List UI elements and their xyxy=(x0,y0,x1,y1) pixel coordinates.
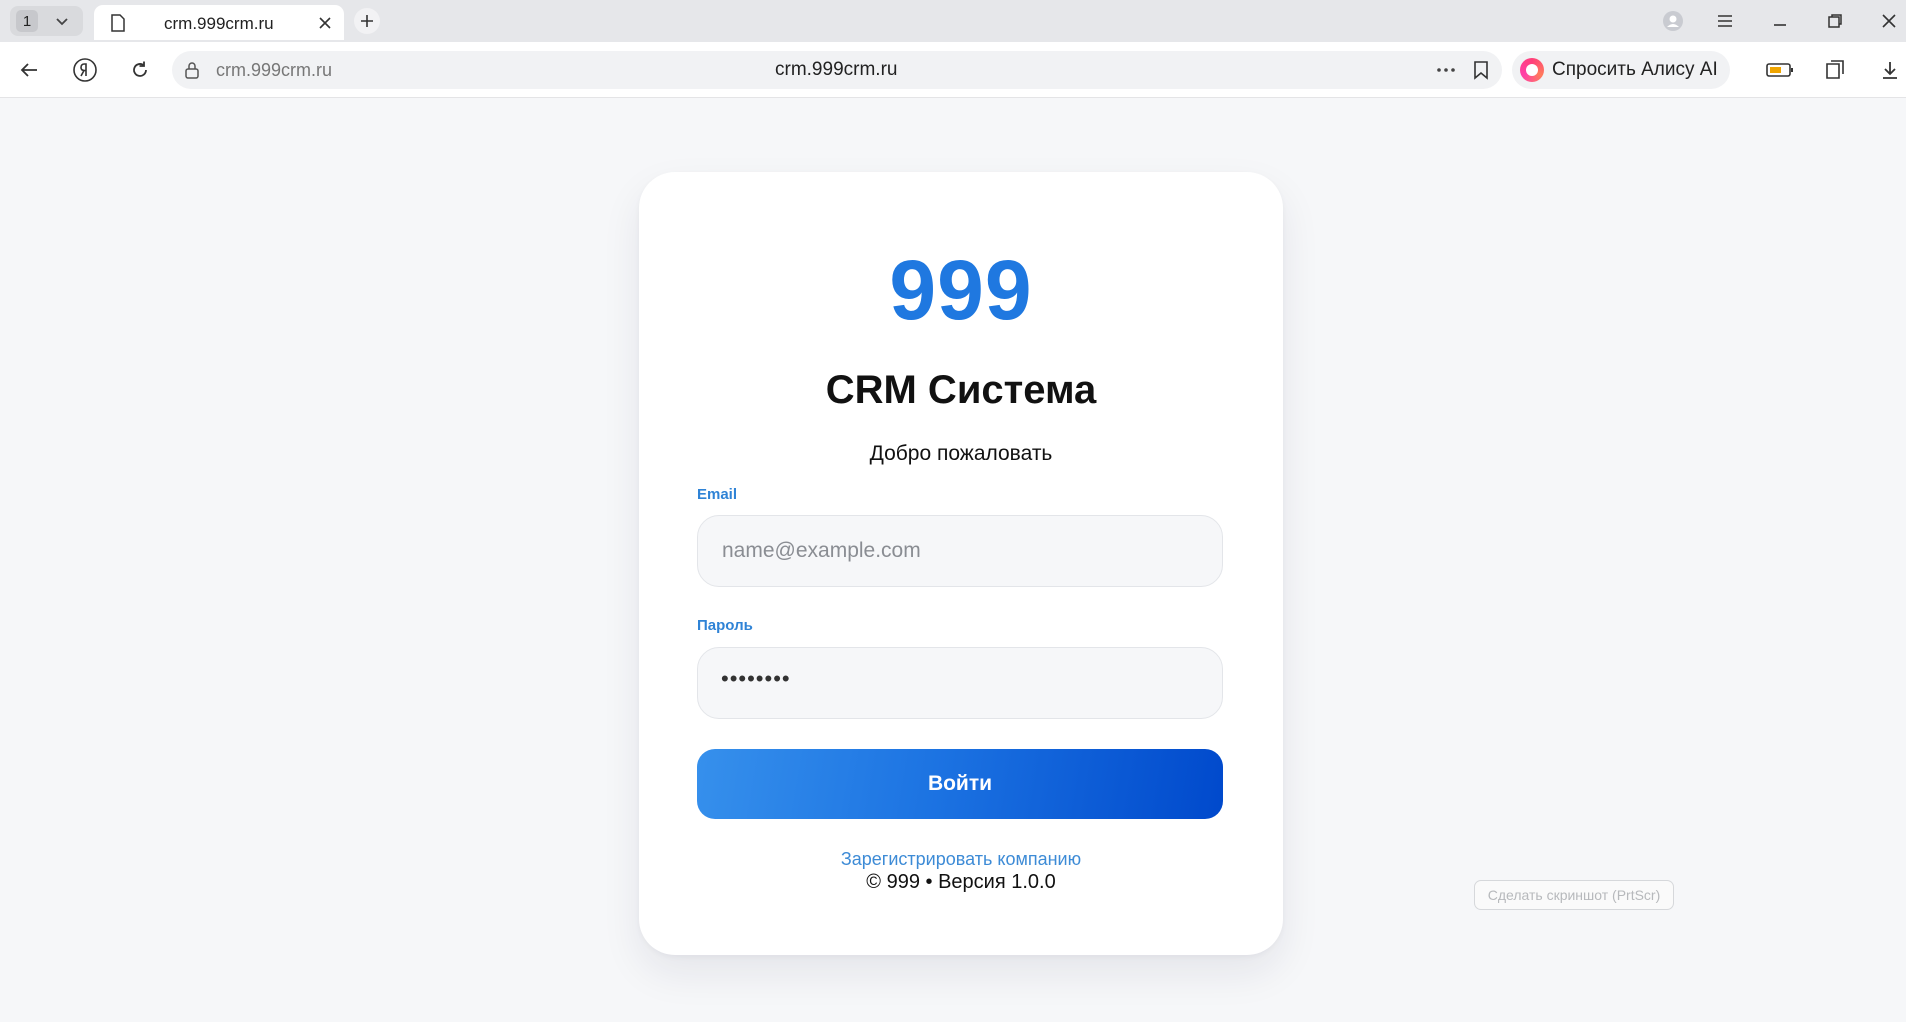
tab-title: crm.999crm.ru xyxy=(164,14,274,33)
yandex-button[interactable] xyxy=(71,56,99,84)
yandex-logo-icon xyxy=(73,58,97,82)
close-tab-icon[interactable] xyxy=(316,14,334,32)
address-bar[interactable]: crm.999crm.ru crm.999crm.ru xyxy=(172,51,1502,89)
download-icon xyxy=(1883,62,1897,79)
bookmark-icon[interactable] xyxy=(1470,59,1492,81)
lock-icon xyxy=(185,62,199,79)
password-masked-value: •••••••• xyxy=(721,666,791,691)
minimize-button[interactable] xyxy=(1769,10,1791,32)
tab-counter-button[interactable]: 1 xyxy=(10,6,83,36)
close-window-button[interactable] xyxy=(1878,10,1900,32)
restore-button[interactable] xyxy=(1824,10,1846,32)
close-icon xyxy=(1882,14,1896,28)
page-title: CRM Система xyxy=(825,368,1097,412)
tab-count: 1 xyxy=(16,10,38,32)
minimize-icon xyxy=(1774,24,1786,26)
login-card: 999 CRM Система Добро пожаловать Email П… xyxy=(639,172,1283,955)
new-tab-button[interactable] xyxy=(354,8,380,34)
collections-icon xyxy=(1826,60,1844,79)
email-field[interactable] xyxy=(697,515,1223,587)
ask-alice-label: Спросить Алису AI xyxy=(1552,59,1718,80)
battery-saver-button[interactable] xyxy=(1766,56,1794,84)
register-company-link[interactable]: Зарегистрировать компанию xyxy=(639,849,1283,870)
reload-icon xyxy=(133,61,147,77)
email-label: Email xyxy=(697,486,738,503)
page-title-in-address-bar: crm.999crm.ru xyxy=(775,59,898,80)
document-icon xyxy=(111,14,125,32)
browser-toolbar: crm.999crm.ru crm.999crm.ru Спросить Али… xyxy=(0,42,1906,98)
hamburger-menu-icon xyxy=(1718,15,1732,27)
alice-icon xyxy=(1520,58,1544,82)
more-dots-icon[interactable] xyxy=(1434,59,1458,81)
browser-tab-strip: 1 crm.999crm.ru xyxy=(0,0,1906,42)
collections-button[interactable] xyxy=(1821,56,1849,84)
restore-window-icon xyxy=(1828,14,1842,28)
reload-button[interactable] xyxy=(126,56,154,84)
browser-tab[interactable]: crm.999crm.ru xyxy=(94,5,344,40)
battery-icon xyxy=(1766,63,1793,77)
downloads-button[interactable] xyxy=(1876,56,1904,84)
brand-logo: 999 xyxy=(889,243,1033,337)
welcome-text: Добро пожаловать xyxy=(869,442,1053,465)
plus-icon xyxy=(361,15,373,27)
login-button[interactable]: Войти xyxy=(697,749,1223,819)
footer-version: © 999 • Версия 1.0.0 xyxy=(866,871,1056,893)
menu-button[interactable] xyxy=(1714,10,1736,32)
screenshot-button[interactable]: Сделать скриншот (PrtScr) xyxy=(1474,880,1674,910)
back-button[interactable] xyxy=(15,56,43,84)
password-label: Пароль xyxy=(697,617,753,634)
ask-alice-button[interactable]: Спросить Алису AI xyxy=(1512,51,1730,89)
arrow-left-icon xyxy=(20,63,37,77)
user-avatar-icon xyxy=(1663,11,1683,31)
profile-button[interactable] xyxy=(1662,10,1684,32)
chevron-down-icon xyxy=(56,18,68,26)
url-text-domain: crm.999crm.ru xyxy=(216,60,333,80)
